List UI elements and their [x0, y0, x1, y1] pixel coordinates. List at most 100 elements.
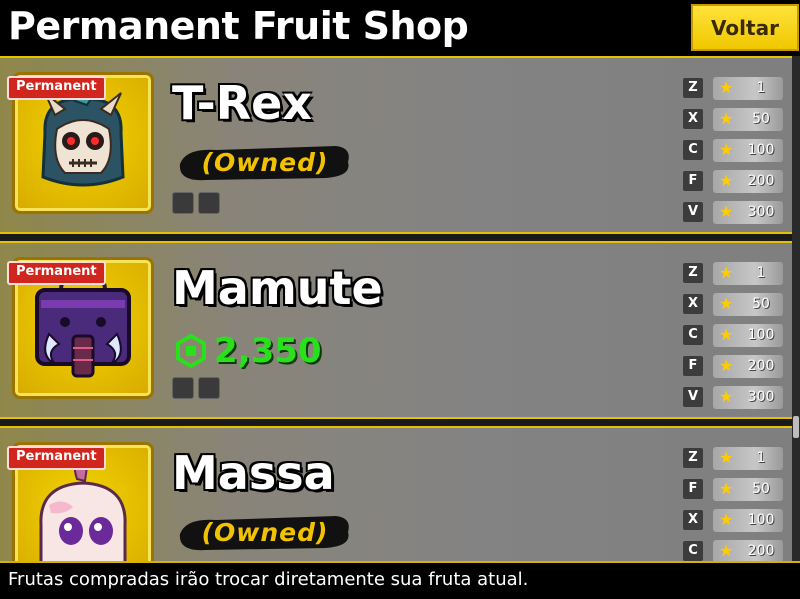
- level-pill: ★ 1: [713, 77, 783, 100]
- fruit-card-massa[interactable]: Permanent Massa (Owned) Z ★ 1 F ★ 50 X ★ 100 C…: [0, 426, 792, 561]
- move-key: Z: [683, 263, 703, 283]
- move-row: X ★ 50: [683, 292, 783, 318]
- move-row: Z ★ 1: [683, 261, 783, 287]
- owned-label: (Owned): [201, 518, 329, 547]
- star-icon: ★: [719, 109, 734, 128]
- move-level: 200: [747, 173, 775, 189]
- star-icon: ★: [719, 325, 734, 344]
- level-pill: ★ 50: [713, 293, 783, 316]
- star-icon: ★: [719, 202, 734, 221]
- fruit-name: T-Rex: [172, 76, 312, 130]
- fruit-list[interactable]: Permanent T-Rex (Owned) Z ★ 1 X ★ 50 C ★ 100 F…: [0, 56, 792, 561]
- move-row: F ★ 200: [683, 169, 783, 195]
- star-icon: ★: [719, 356, 734, 375]
- move-level: 50: [752, 296, 770, 312]
- move-key: F: [683, 356, 703, 376]
- permanent-badge: Permanent: [7, 446, 106, 470]
- move-key: C: [683, 325, 703, 345]
- move-row: X ★ 100: [683, 508, 783, 534]
- price: 2,350: [174, 331, 322, 371]
- scrollbar-thumb[interactable]: [793, 416, 799, 438]
- owned-label: (Owned): [201, 148, 329, 177]
- move-level: 100: [747, 512, 775, 528]
- star-icon: ★: [719, 479, 734, 498]
- move-key: Z: [683, 448, 703, 468]
- move-key: C: [683, 541, 703, 561]
- sword-ability-icon: [198, 377, 220, 399]
- page-title: Permanent Fruit Shop: [8, 4, 469, 48]
- move-row: F ★ 50: [683, 477, 783, 503]
- move-row: Z ★ 1: [683, 446, 783, 472]
- star-icon: ★: [719, 171, 734, 190]
- star-icon: ★: [719, 294, 734, 313]
- move-level: 50: [752, 481, 770, 497]
- permanent-badge: Permanent: [7, 261, 106, 285]
- header: Permanent Fruit Shop Voltar: [0, 0, 800, 56]
- move-key: X: [683, 294, 703, 314]
- price-value: 2,350: [214, 331, 322, 371]
- move-level: 300: [747, 389, 775, 405]
- level-pill: ★ 50: [713, 108, 783, 131]
- permanent-badge: Permanent: [7, 76, 106, 100]
- level-pill: ★ 300: [713, 201, 783, 224]
- star-icon: ★: [719, 140, 734, 159]
- star-icon: ★: [719, 510, 734, 529]
- star-icon: ★: [719, 448, 734, 467]
- move-row: F ★ 200: [683, 354, 783, 380]
- owned-status: (Owned): [176, 512, 354, 554]
- star-icon: ★: [719, 78, 734, 97]
- move-level: 100: [747, 142, 775, 158]
- move-list: Z ★ 1 F ★ 50 X ★ 100 C ★ 200: [683, 446, 783, 561]
- level-pill: ★ 100: [713, 139, 783, 162]
- move-key: F: [683, 171, 703, 191]
- move-key: V: [683, 387, 703, 407]
- move-key: V: [683, 202, 703, 222]
- star-icon: ★: [719, 541, 734, 560]
- robux-icon: [176, 334, 206, 368]
- move-key: F: [683, 479, 703, 499]
- move-level: 1: [756, 265, 766, 281]
- ability-icons: [172, 192, 220, 214]
- level-pill: ★ 200: [713, 355, 783, 378]
- move-row: X ★ 50: [683, 107, 783, 133]
- level-pill: ★ 100: [713, 509, 783, 532]
- fruit-card-trex[interactable]: Permanent T-Rex (Owned) Z ★ 1 X ★ 50 C ★ 100 F…: [0, 56, 792, 234]
- level-pill: ★ 300: [713, 386, 783, 409]
- move-row: V ★ 300: [683, 200, 783, 226]
- level-pill: ★ 100: [713, 324, 783, 347]
- move-key: X: [683, 109, 703, 129]
- owned-status: (Owned): [176, 142, 354, 184]
- level-pill: ★ 1: [713, 262, 783, 285]
- move-row: C ★ 100: [683, 138, 783, 164]
- move-list: Z ★ 1 X ★ 50 C ★ 100 F ★ 200 V ★ 300: [683, 261, 783, 416]
- move-row: C ★ 200: [683, 539, 783, 561]
- move-level: 1: [756, 450, 766, 466]
- ability-icons: [172, 377, 220, 399]
- level-pill: ★ 50: [713, 478, 783, 501]
- move-key: Z: [683, 78, 703, 98]
- move-level: 300: [747, 204, 775, 220]
- footer: Frutas compradas irão trocar diretamente…: [0, 561, 800, 599]
- move-key: C: [683, 140, 703, 160]
- move-row: V ★ 300: [683, 385, 783, 411]
- level-pill: ★ 1: [713, 447, 783, 470]
- star-icon: ★: [719, 263, 734, 282]
- fruit-card-mamute[interactable]: Permanent Mamute 2,350 Z ★ 1 X ★ 50 C ★ 100 F ★…: [0, 241, 792, 419]
- move-row: Z ★ 1: [683, 76, 783, 102]
- fruit-name: Massa: [172, 446, 335, 500]
- beast-ability-icon: [172, 192, 194, 214]
- move-level: 1: [756, 80, 766, 96]
- move-level: 200: [747, 543, 775, 559]
- beast-ability-icon: [172, 377, 194, 399]
- footer-hint: Frutas compradas irão trocar diretamente…: [8, 569, 529, 590]
- move-level: 100: [747, 327, 775, 343]
- move-row: C ★ 100: [683, 323, 783, 349]
- move-key: X: [683, 510, 703, 530]
- level-pill: ★ 200: [713, 170, 783, 193]
- scrollbar[interactable]: [792, 56, 800, 561]
- level-pill: ★ 200: [713, 540, 783, 561]
- move-list: Z ★ 1 X ★ 50 C ★ 100 F ★ 200 V ★ 300: [683, 76, 783, 231]
- fruit-name: Mamute: [172, 261, 383, 315]
- star-icon: ★: [719, 387, 734, 406]
- back-button[interactable]: Voltar: [691, 4, 799, 51]
